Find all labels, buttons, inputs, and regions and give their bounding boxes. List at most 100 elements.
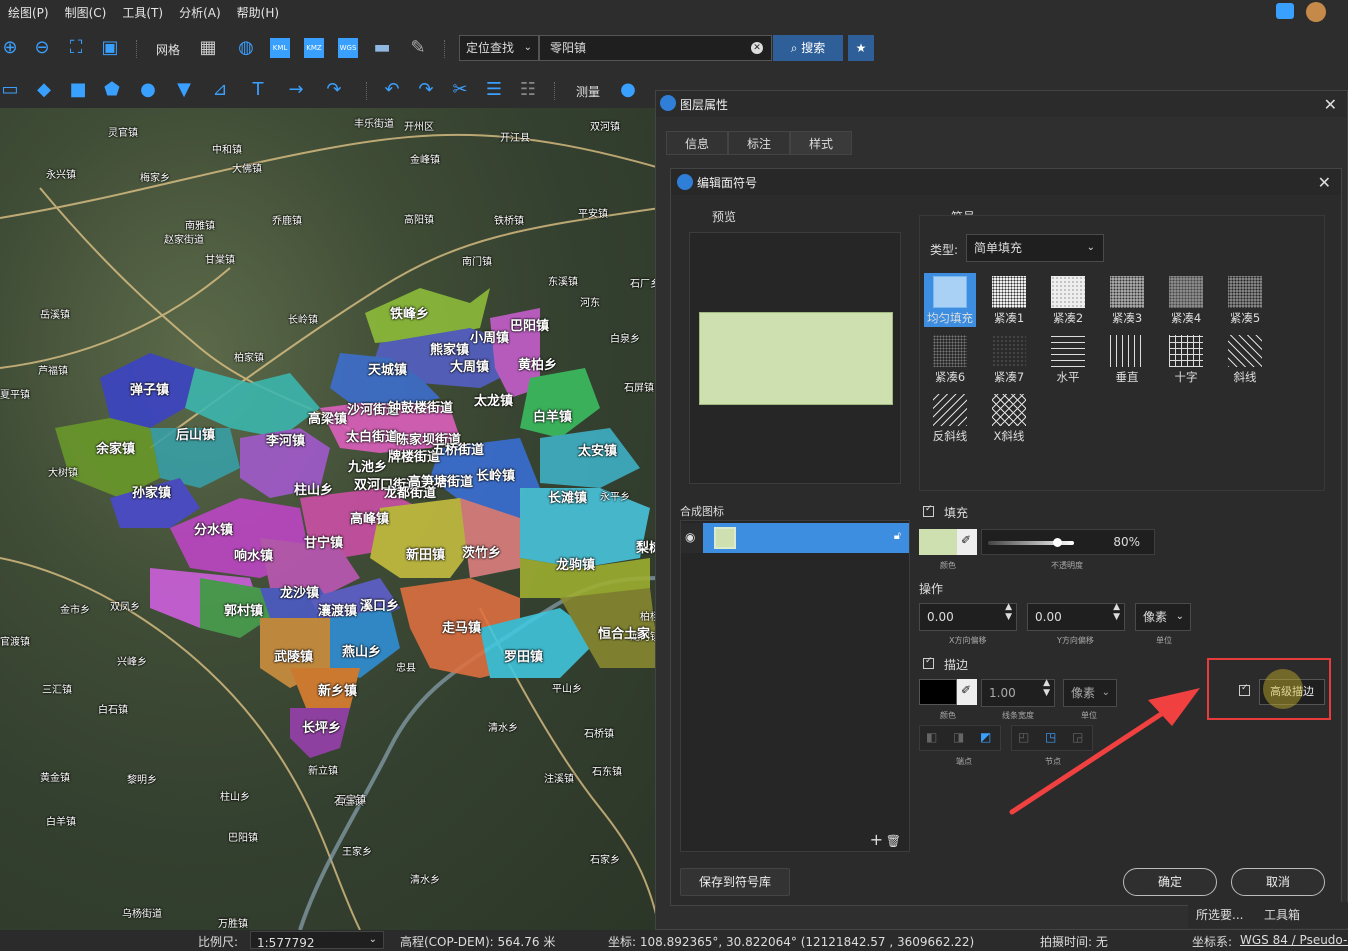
stroke-unit-select[interactable]: 像素 ⌄ [1063,679,1117,707]
close-icon[interactable]: ✕ [1318,173,1331,192]
polyline-tool-icon[interactable]: ◆ [34,80,54,100]
fill-color-swatch[interactable] [919,529,957,555]
kml-icon[interactable]: KML [270,38,290,58]
selected-features-tab[interactable]: 所选要... [1196,906,1243,923]
redo-icon[interactable]: ↷ [416,80,436,100]
spinner-arrows-icon[interactable]: ▲ ▼ [1005,602,1012,622]
stroke-width-spinner[interactable]: 1.00 ▲ ▼ [981,678,1055,707]
toolbox-tab[interactable]: 工具箱 [1264,906,1300,923]
measure-label[interactable]: 测量 [576,83,600,100]
kmz-icon[interactable]: KMZ [304,38,324,58]
ok-button[interactable]: 确定 [1123,868,1217,896]
pin-icon[interactable]: ● [618,80,638,100]
symbol-option[interactable]: 紧凑7 [983,332,1035,386]
list-icon[interactable]: ☰ [484,80,504,100]
symbol-option[interactable]: 反斜线 [924,391,976,445]
eye-icon[interactable]: ◉ [685,530,695,544]
map-canvas[interactable] [0,108,660,930]
trash-icon[interactable]: 🗑︎ [886,834,901,848]
symbol-option[interactable]: 紧凑1 [983,273,1035,327]
map-view[interactable]: 灵官镇 中和镇 永兴镇 梅家乡 大佛镇 丰乐街道 开州区 金峰镇 开江县 双河镇 南雅镇 赵家街道 乔鹿… [0,108,660,930]
measure-line-icon[interactable]: ⊿ [210,80,230,100]
symbol-option[interactable]: X斜线 [983,391,1035,445]
wgs-icon[interactable]: WGS [338,38,358,58]
menu-analysis[interactable]: 分析(A) [171,4,229,21]
symbol-option[interactable]: 紧凑2 [1042,273,1094,327]
curve-tool-icon[interactable]: ↷ [324,80,344,100]
opacity-handle[interactable] [1052,538,1062,547]
grid-icon[interactable]: ▦ [198,38,218,58]
stroke-color-swatch[interactable] [919,679,957,705]
composite-item-selected[interactable]: 🔓︎ [703,523,909,553]
scale-select[interactable]: 1:577792 ⌄ [250,931,384,950]
unlock-icon[interactable]: 🔓︎ [894,529,901,543]
menu-help[interactable]: 帮助(H) [229,4,287,21]
locate-mode-select[interactable]: 定位查找 ⌄ [459,35,539,61]
folder-icon[interactable]: ▬ [372,38,392,58]
zoom-in-icon[interactable]: ⊕ [0,38,20,58]
search-input[interactable]: 零阳镇 ✕ [539,35,772,61]
circle-tool-icon[interactable]: ● [138,80,158,100]
close-icon[interactable]: ✕ [1324,95,1337,114]
spinner-arrows-icon[interactable]: ▲ ▼ [1043,678,1050,698]
text-tool-icon[interactable]: T [248,80,268,100]
stroke-checkbox[interactable] [923,656,934,669]
tab-info[interactable]: 信息 [666,131,729,155]
save-to-library-button[interactable]: 保存到符号库 [680,868,790,896]
layers-icon[interactable]: ☷ [518,80,538,100]
marker-tool-icon[interactable]: ▼ [174,80,194,100]
symbol-option[interactable]: 斜线 [1219,332,1271,386]
symbol-option[interactable]: 十字 [1160,332,1212,386]
fit-extent-icon[interactable]: ▣ [100,38,120,58]
symbol-option-label: 紧凑4 [1170,311,1202,325]
brush-icon[interactable]: ✎ [408,38,428,58]
symbol-option[interactable]: 垂直 [1101,332,1153,386]
cap-round-icon[interactable]: ◩ [980,730,991,744]
symbol-option[interactable]: 均匀填充 [924,273,976,327]
opacity-slider[interactable]: 80% [981,529,1155,555]
composite-row[interactable]: ◉ 🔓︎ [681,523,909,553]
fill-checkbox[interactable] [923,504,934,517]
x-offset-spinner[interactable]: 0.00 ▲ ▼ [919,602,1017,631]
cap-flat-icon[interactable]: ◧ [926,730,937,744]
eyedropper-button[interactable]: ✐ [957,529,977,555]
rect-tool-icon[interactable]: ▭ [0,80,20,100]
avatar[interactable] [1306,2,1326,22]
tab-style[interactable]: 样式 [790,131,853,155]
join-bevel-icon[interactable]: ◲ [1072,730,1083,744]
menu-draw[interactable]: 绘图(P) [0,4,57,21]
zoom-out-icon[interactable]: ⊖ [32,38,52,58]
join-miter-icon[interactable]: ◰ [1018,730,1029,744]
add-icon[interactable]: + [870,830,883,849]
cap-square-icon[interactable]: ◨ [953,730,964,744]
chat-icon[interactable] [1276,3,1294,19]
symbol-option[interactable]: 紧凑4 [1160,273,1212,327]
symbol-option[interactable]: 水平 [1042,332,1094,386]
undo-icon[interactable]: ↶ [382,80,402,100]
spinner-arrows-icon[interactable]: ▲ ▼ [1113,602,1120,622]
clear-icon[interactable]: ✕ [751,42,763,54]
cancel-button[interactable]: 取消 [1231,868,1325,896]
offset-unit-select[interactable]: 像素 ⌄ [1135,603,1191,631]
symbol-option[interactable]: 紧凑3 [1101,273,1153,327]
favorite-button[interactable]: ★ [848,35,874,61]
symbol-option[interactable]: 紧凑5 [1219,273,1271,327]
rectangle-tool-icon[interactable]: ■ [68,80,88,100]
advanced-stroke-checkbox[interactable] [1239,683,1250,696]
crs-value[interactable]: WGS 84 / Pseudo-M [1240,933,1348,947]
search-button[interactable]: ⌕ 搜索 [773,35,843,61]
tab-label[interactable]: 标注 [728,131,791,155]
menu-tools[interactable]: 工具(T) [114,4,171,21]
join-round-icon[interactable]: ◳ [1045,730,1056,744]
symbol-option[interactable]: 紧凑6 [924,332,976,386]
menu-cartography[interactable]: 制图(C) [57,4,115,21]
arrow-tool-icon[interactable]: → [286,80,306,100]
globe-icon[interactable]: ◍ [236,38,256,58]
full-extent-icon[interactable]: ⛶ [66,38,86,58]
type-select[interactable]: 简单填充 ⌄ [966,234,1104,262]
scissors-icon[interactable]: ✂ [450,80,470,100]
y-offset-spinner[interactable]: 0.00 ▲ ▼ [1027,602,1125,631]
stroke-eyedropper-button[interactable]: ✐ [957,679,977,705]
grid-label[interactable]: 网格 [156,41,180,58]
polygon-tool-icon[interactable]: ⬟ [102,80,122,100]
